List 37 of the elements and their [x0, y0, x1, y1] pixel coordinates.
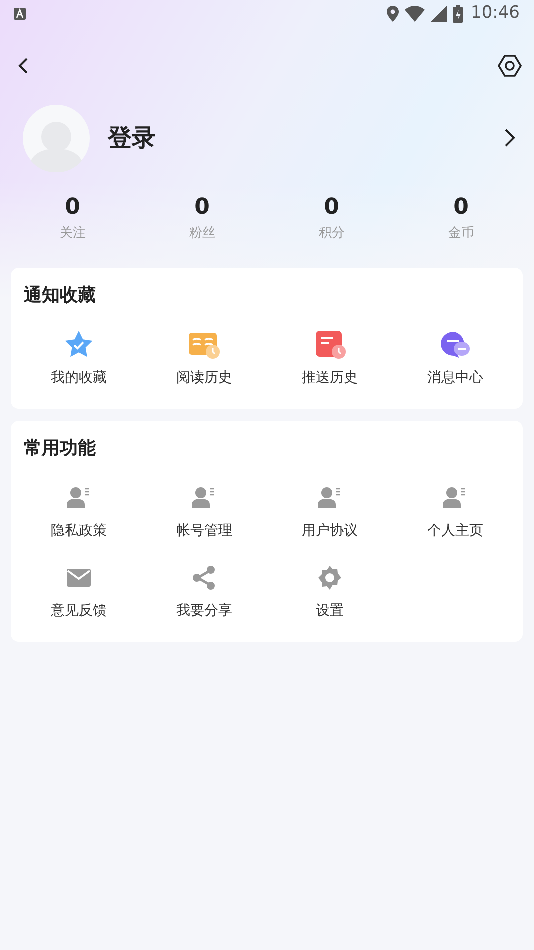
battery-icon: [453, 5, 463, 23]
location-icon: [387, 6, 399, 22]
chat-icon: [438, 329, 472, 361]
settings-icon[interactable]: [498, 54, 522, 78]
stat-value: 0: [65, 194, 80, 222]
menu-item[interactable]: 设置: [267, 552, 392, 632]
share-icon: [191, 565, 218, 591]
menu-item[interactable]: 帐号管理: [142, 472, 267, 552]
stat-value: 0: [194, 194, 210, 222]
stat-label: 积分: [318, 225, 345, 243]
stat-value: 0: [454, 194, 469, 222]
mail-icon: [66, 568, 92, 588]
menu-item[interactable]: 我要分享: [142, 552, 267, 632]
menu-item[interactable]: 个人主页: [392, 472, 518, 552]
stat-label: 金币: [448, 225, 474, 243]
signal-icon: [431, 6, 447, 22]
menu-item[interactable]: 消息中心: [392, 318, 518, 398]
menu-item[interactable]: 推送历史: [267, 318, 392, 398]
back-icon[interactable]: [17, 57, 29, 75]
menu-item[interactable]: 隐私政策: [16, 472, 142, 552]
stat-label: 粉丝: [189, 225, 216, 243]
menu-item[interactable]: 阅读历史: [142, 318, 267, 398]
login-label[interactable]: 登录: [108, 120, 156, 156]
chevron-right-icon[interactable]: [504, 128, 516, 148]
menu-item[interactable]: 意见反馈: [16, 552, 142, 632]
person-icon: [316, 486, 343, 510]
section-title: 常用功能: [23, 436, 97, 460]
status-time: 10:46: [471, 2, 520, 26]
menu-item[interactable]: 我的收藏: [16, 318, 142, 398]
person-icon: [66, 486, 92, 510]
stat-label: 关注: [60, 225, 86, 243]
menu-item[interactable]: 用户协议: [267, 472, 392, 552]
stat-value: 0: [324, 194, 340, 222]
keyboard-icon: [14, 8, 26, 20]
gear-icon: [316, 565, 343, 591]
section-title: 通知收藏: [23, 284, 97, 308]
wifi-icon: [405, 6, 425, 22]
